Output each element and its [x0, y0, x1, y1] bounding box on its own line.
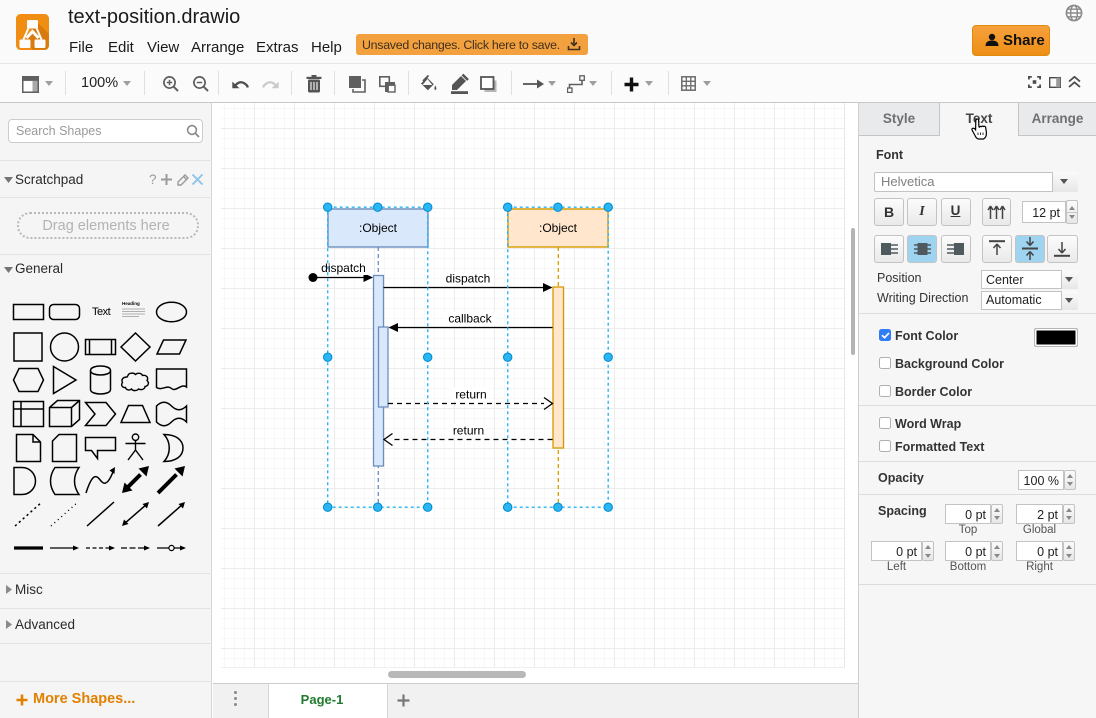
svg-text:return: return [455, 388, 486, 402]
svg-text:callback: callback [448, 312, 492, 326]
svg-text::Object: :Object [539, 221, 578, 235]
svg-text:Heading: Heading [122, 301, 140, 306]
svg-text:dispatch: dispatch [446, 272, 491, 286]
svg-text::Object: :Object [359, 221, 398, 235]
svg-text:return: return [453, 424, 484, 438]
